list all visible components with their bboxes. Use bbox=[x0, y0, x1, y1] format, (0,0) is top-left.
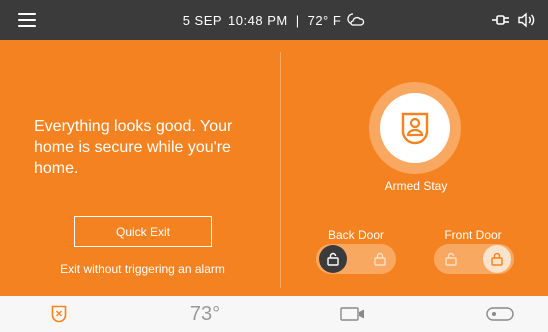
date-text: 5 SEP bbox=[182, 12, 223, 28]
quick-exit-caption: Exit without triggering an alarm bbox=[60, 262, 225, 276]
arm-status-button[interactable] bbox=[380, 93, 450, 163]
time-text: 10:48 PM bbox=[228, 12, 288, 28]
arm-state-label: Armed Stay bbox=[384, 179, 448, 193]
nav-devices[interactable] bbox=[484, 296, 516, 332]
lock-icon bbox=[366, 245, 394, 273]
toggle-switch-icon bbox=[486, 307, 514, 321]
back-door-lock-toggle[interactable] bbox=[316, 244, 396, 274]
partly-cloudy-night-icon bbox=[347, 13, 365, 26]
back-door-label: Back Door bbox=[327, 228, 385, 242]
speaker-icon[interactable] bbox=[518, 12, 536, 28]
bottom-nav: 73° bbox=[0, 296, 548, 332]
status-info: 5 SEP 10:48 PM | 72° F bbox=[0, 0, 548, 40]
panel-divider bbox=[280, 52, 281, 288]
lock-icon bbox=[483, 245, 511, 273]
unlocked-icon bbox=[437, 245, 465, 273]
screen: 5 SEP 10:48 PM | 72° F Everything looks … bbox=[0, 0, 548, 332]
front-door-label: Front Door bbox=[444, 228, 502, 242]
status-bar: 5 SEP 10:48 PM | 72° F bbox=[0, 0, 548, 40]
camera-icon bbox=[340, 307, 364, 321]
plug-icon[interactable] bbox=[492, 13, 510, 27]
nav-thermostat[interactable]: 73° bbox=[170, 296, 240, 332]
nav-camera[interactable] bbox=[335, 296, 371, 332]
front-door-lock-toggle[interactable] bbox=[434, 244, 514, 274]
unlocked-icon bbox=[319, 245, 347, 273]
security-panel: Everything looks good. Your home is secu… bbox=[0, 40, 548, 296]
nav-security[interactable] bbox=[44, 296, 74, 332]
status-message: Everything looks good. Your home is secu… bbox=[34, 118, 233, 177]
shield-person-icon bbox=[401, 112, 429, 145]
outdoor-temperature: 72° F bbox=[307, 12, 342, 28]
status-separator: | bbox=[295, 12, 300, 28]
security-shield-icon bbox=[51, 305, 67, 323]
thermostat-temp: 73° bbox=[189, 302, 221, 325]
quick-exit-button[interactable]: Quick Exit bbox=[74, 216, 212, 247]
